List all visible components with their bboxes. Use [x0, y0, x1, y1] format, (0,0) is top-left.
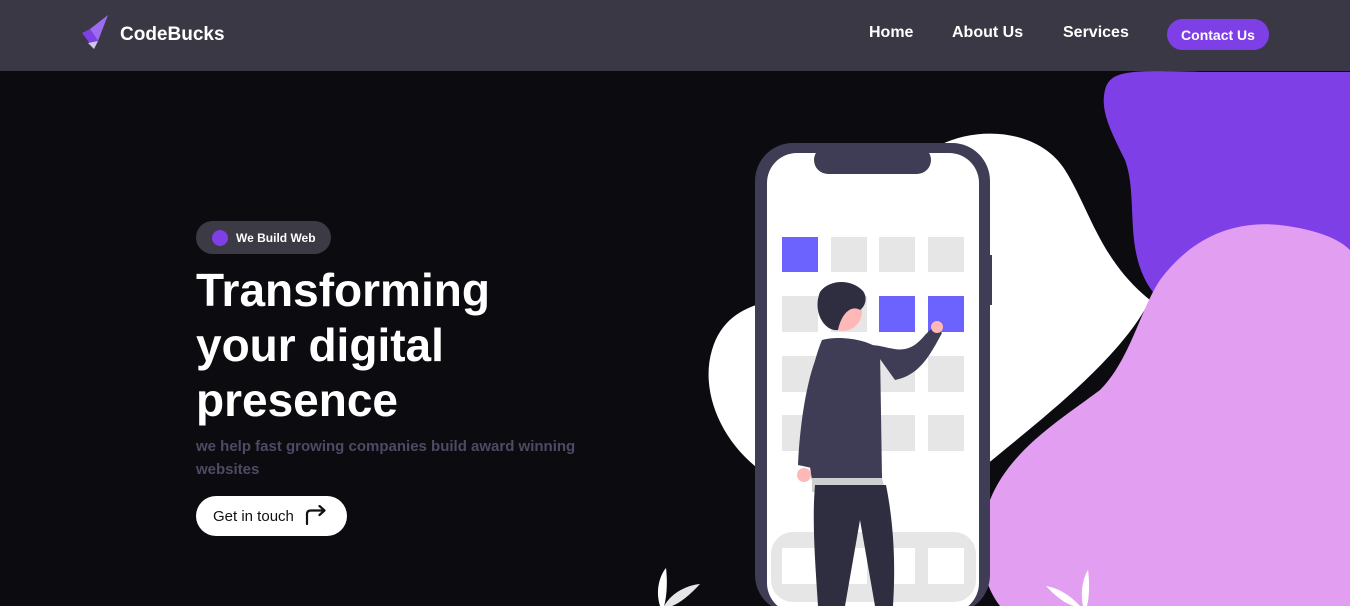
hero-tag: We Build Web	[196, 221, 331, 254]
hero-headline: Transforming your digital presence	[196, 263, 616, 428]
headline-line: Transforming	[196, 264, 490, 316]
nav-link-services[interactable]: Services	[1063, 24, 1129, 42]
brand-link[interactable]: CodeBucks	[80, 14, 225, 56]
tag-dot-icon	[212, 229, 228, 246]
contact-us-button[interactable]: Contact Us	[1167, 19, 1269, 50]
get-in-touch-button[interactable]: Get in touch	[196, 496, 347, 536]
headline-line: presence	[196, 374, 399, 426]
get-in-touch-label: Get in touch	[213, 507, 294, 525]
navbar: CodeBucks Home About Us Services Contact…	[0, 0, 1350, 71]
logo-icon	[80, 14, 110, 56]
hero-tag-label: We Build Web	[236, 230, 316, 245]
headline-line: your digital	[196, 319, 444, 371]
arrow-turn-right-icon	[304, 504, 328, 528]
hero-subtitle: we help fast growing companies build awa…	[196, 438, 576, 478]
brand-name: CodeBucks	[120, 24, 225, 45]
nav-link-about-us[interactable]: About Us	[952, 24, 1023, 42]
nav-link-home[interactable]: Home	[869, 24, 913, 42]
